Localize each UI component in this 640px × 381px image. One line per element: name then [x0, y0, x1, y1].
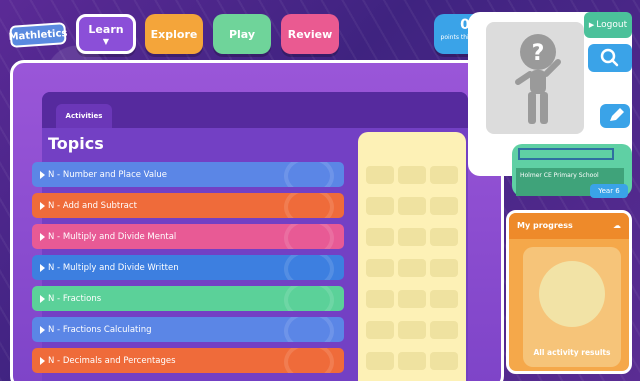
progress-panel[interactable]: My progress ☁ All activity results	[506, 210, 632, 374]
results-grid-panel	[358, 132, 466, 381]
topic-row[interactable]: N - Number and Place Value	[32, 162, 344, 187]
student-name-box	[518, 148, 614, 160]
result-cell	[398, 259, 426, 277]
result-cell	[398, 197, 426, 215]
result-cell	[430, 352, 458, 370]
result-cell	[430, 166, 458, 184]
result-cell	[430, 197, 458, 215]
topic-label: N - Multiply and Divide Written	[48, 262, 179, 273]
chevron-down-icon: ▼	[102, 36, 110, 46]
row-decoration	[284, 317, 334, 342]
logo-text: Mathletics	[8, 27, 68, 43]
play-button[interactable]: Play	[213, 14, 271, 54]
explore-button[interactable]: Explore	[145, 14, 203, 54]
row-decoration	[284, 193, 334, 218]
result-cell	[366, 259, 394, 277]
year-badge: Year 6	[590, 184, 628, 198]
learn-label: Learn	[88, 22, 124, 36]
result-cell	[398, 166, 426, 184]
topic-row[interactable]: N - Multiply and Divide Mental	[32, 224, 344, 249]
topic-label: N - Fractions Calculating	[48, 324, 152, 335]
row-decoration	[284, 286, 334, 311]
play-label: Play	[228, 27, 256, 41]
row-decoration	[284, 348, 334, 373]
review-label: Review	[287, 27, 333, 41]
topic-label: N - Decimals and Percentages	[48, 355, 176, 366]
pencil-icon	[610, 108, 624, 121]
play-arrow-icon	[40, 201, 45, 210]
tab-activities-label: Activities	[65, 112, 103, 120]
logout-button[interactable]: ▶ Logout	[584, 12, 632, 38]
mathletics-logo[interactable]: Mathletics	[8, 22, 68, 48]
result-cell	[366, 352, 394, 370]
progress-circle	[539, 261, 605, 327]
avatar[interactable]: ?	[486, 22, 584, 134]
row-decoration	[284, 162, 334, 187]
progress-header[interactable]: My progress ☁	[509, 213, 629, 239]
topic-row[interactable]: N - Decimals and Percentages	[32, 348, 344, 373]
learn-button[interactable]: Learn ▼	[76, 14, 136, 54]
progress-title: My progress	[517, 221, 573, 230]
topic-label: N - Fractions	[48, 293, 102, 304]
result-cell	[398, 290, 426, 308]
progress-body: All activity results	[523, 247, 621, 367]
topic-row[interactable]: N - Add and Subtract	[32, 193, 344, 218]
play-arrow-icon	[40, 232, 45, 241]
search-icon	[600, 48, 619, 67]
result-cell	[430, 321, 458, 339]
topic-row[interactable]: N - Fractions	[32, 286, 344, 311]
svg-text:?: ?	[532, 41, 545, 66]
topic-list: N - Number and Place Value N - Add and Su…	[32, 162, 344, 379]
result-cell	[366, 290, 394, 308]
play-arrow-icon	[40, 263, 45, 272]
play-arrow-icon: ▶	[588, 21, 595, 29]
progress-caption: All activity results	[533, 348, 611, 357]
logout-label: Logout	[596, 20, 628, 30]
result-cell	[366, 321, 394, 339]
result-cell	[430, 290, 458, 308]
row-decoration	[284, 255, 334, 280]
result-cell	[398, 352, 426, 370]
cloud-icon: ☁	[613, 221, 621, 230]
explore-label: Explore	[150, 27, 198, 41]
avatar-placeholder-icon: ?	[515, 34, 561, 124]
result-cell	[366, 197, 394, 215]
result-cell	[430, 259, 458, 277]
result-cell	[398, 228, 426, 246]
topic-row[interactable]: N - Fractions Calculating	[32, 317, 344, 342]
play-arrow-icon	[40, 356, 45, 365]
tab-activities[interactable]: Activities	[56, 104, 112, 128]
result-cell	[366, 166, 394, 184]
play-arrow-icon	[40, 294, 45, 303]
play-arrow-icon	[40, 170, 45, 179]
search-button[interactable]	[588, 44, 632, 72]
edit-button[interactable]	[600, 104, 630, 128]
result-cell	[430, 228, 458, 246]
result-cell	[398, 321, 426, 339]
result-cell	[366, 228, 394, 246]
review-button[interactable]: Review	[281, 14, 339, 54]
row-decoration	[284, 224, 334, 249]
page-title: Topics	[48, 134, 104, 153]
topic-label: N - Add and Subtract	[48, 200, 137, 211]
topic-row[interactable]: N - Multiply and Divide Written	[32, 255, 344, 280]
topic-label: N - Multiply and Divide Mental	[48, 231, 177, 242]
play-arrow-icon	[40, 325, 45, 334]
topic-label: N - Number and Place Value	[48, 169, 168, 180]
